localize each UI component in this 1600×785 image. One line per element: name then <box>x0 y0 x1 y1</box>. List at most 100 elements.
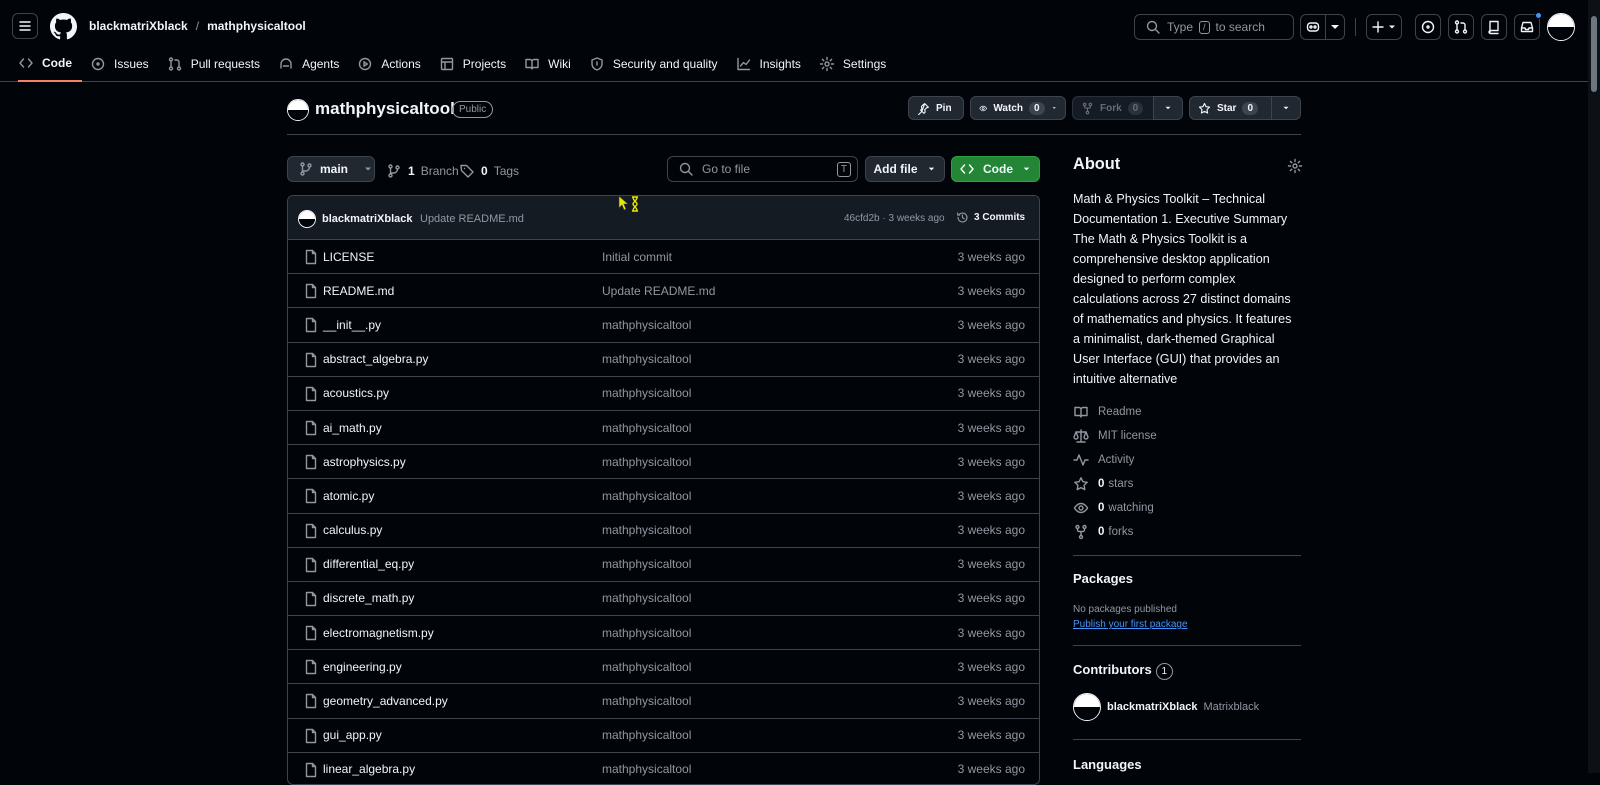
branches-link[interactable]: 1 Branch <box>386 163 459 179</box>
user-avatar[interactable] <box>1547 13 1575 41</box>
file-commit-message[interactable]: mathphysicaltool <box>602 352 691 366</box>
file-row[interactable]: abstract_algebra.py mathphysicaltool 3 wee… <box>288 343 1039 377</box>
search-input[interactable]: Type / to search <box>1134 14 1294 40</box>
add-file-button[interactable]: Add file <box>865 156 945 182</box>
file-commit-message[interactable]: mathphysicaltool <box>602 557 691 571</box>
commit-sha-age[interactable]: 46cfd2b · 3 weeks ago <box>844 213 945 224</box>
file-row[interactable]: differential_eq.py mathphysicaltool 3 week… <box>288 548 1039 582</box>
repo-owner-avatar[interactable] <box>287 99 309 121</box>
file-name[interactable]: ai_math.py <box>323 421 382 435</box>
copilot-button[interactable] <box>1300 14 1326 40</box>
file-commit-message[interactable]: Update README.md <box>602 284 715 298</box>
pull-requests-button[interactable] <box>1448 14 1474 40</box>
file-row[interactable]: discrete_math.py mathphysicaltool 3 weeks … <box>288 582 1039 617</box>
watch-button[interactable]: Watch 0 <box>970 96 1066 120</box>
tab-wiki[interactable]: Wiki <box>524 52 581 76</box>
tab-agents[interactable]: Agents <box>278 52 349 76</box>
breadcrumb-owner[interactable]: blackmatriXblack <box>89 19 188 33</box>
file-row[interactable]: __init__.py mathphysicaltool 3 weeks ago <box>288 308 1039 343</box>
file-name[interactable]: __init__.py <box>323 318 381 332</box>
file-row[interactable]: electromagnetism.py mathphysicaltool 3 wee… <box>288 616 1039 651</box>
gear-icon[interactable] <box>1287 158 1303 174</box>
commit-author-avatar[interactable] <box>298 210 316 228</box>
menu-button[interactable] <box>12 13 38 39</box>
contributor-username[interactable]: blackmatriXblack <box>1107 701 1198 713</box>
tab-settings[interactable]: Settings <box>819 52 896 76</box>
file-commit-message[interactable]: mathphysicaltool <box>602 591 691 605</box>
file-row[interactable]: ai_math.py mathphysicaltool 3 weeks ago <box>288 411 1039 446</box>
publish-package-link[interactable]: Publish your first package <box>1073 619 1188 630</box>
create-new-button[interactable] <box>1366 14 1402 40</box>
watching-link[interactable]: 0 watching <box>1073 500 1154 516</box>
repo-title[interactable]: mathphysicaltool <box>315 99 455 119</box>
file-row[interactable]: geometry_advanced.py mathphysicaltool 3 we… <box>288 684 1039 719</box>
file-name[interactable]: differential_eq.py <box>323 557 414 571</box>
contributor-avatar[interactable] <box>1073 693 1101 721</box>
file-name[interactable]: linear_algebra.py <box>323 762 415 776</box>
page-scrollbar[interactable] <box>1588 0 1600 773</box>
breadcrumb-repo[interactable]: mathphysicaltool <box>207 19 306 33</box>
file-row[interactable]: LICENSE Initial commit 3 weeks ago <box>288 240 1039 275</box>
file-name[interactable]: acoustics.py <box>323 386 389 400</box>
file-row[interactable]: engineering.py mathphysicaltool 3 weeks ag… <box>288 650 1039 685</box>
tab-security[interactable]: Security and quality <box>589 52 728 76</box>
file-row[interactable]: README.md Update README.md 3 weeks ago <box>288 274 1039 309</box>
fork-dropdown-button[interactable] <box>1153 96 1183 120</box>
file-name[interactable]: electromagnetism.py <box>323 626 434 640</box>
file-commit-message[interactable]: mathphysicaltool <box>602 318 691 332</box>
tab-insights[interactable]: Insights <box>736 52 811 76</box>
go-to-file-input[interactable]: Go to file T <box>667 156 858 182</box>
commit-author[interactable]: blackmatriXblack <box>322 213 413 225</box>
copilot-dropdown-button[interactable] <box>1325 14 1345 40</box>
file-commit-message[interactable]: mathphysicaltool <box>602 626 691 640</box>
stars-link[interactable]: 0 stars <box>1073 476 1133 492</box>
tags-link[interactable]: 0 Tags <box>459 163 519 179</box>
file-commit-message[interactable]: mathphysicaltool <box>602 523 691 537</box>
tab-pull-requests[interactable]: Pull requests <box>167 52 270 76</box>
file-row[interactable]: linear_algebra.py mathphysicaltool 3 weeks… <box>288 753 1039 784</box>
file-name[interactable]: discrete_math.py <box>323 591 414 605</box>
file-row[interactable]: acoustics.py mathphysicaltool 3 weeks ago <box>288 377 1039 411</box>
file-row[interactable]: astrophysics.py mathphysicaltool 3 weeks a… <box>288 445 1039 480</box>
file-name[interactable]: engineering.py <box>323 660 402 674</box>
file-name[interactable]: abstract_algebra.py <box>323 352 428 366</box>
tab-projects[interactable]: Projects <box>439 52 516 76</box>
file-row[interactable]: gui_app.py mathphysicaltool 3 weeks ago <box>288 719 1039 753</box>
file-name[interactable]: geometry_advanced.py <box>323 694 448 708</box>
commit-message[interactable]: Update README.md <box>420 213 524 225</box>
star-button[interactable]: Star 0 <box>1189 96 1273 120</box>
packages-heading[interactable]: Packages <box>1073 571 1133 586</box>
github-logo-icon[interactable] <box>50 13 77 40</box>
file-commit-message[interactable]: Initial commit <box>602 250 672 264</box>
file-name[interactable]: gui_app.py <box>323 728 382 742</box>
code-button[interactable]: Code <box>951 156 1040 182</box>
license-link[interactable]: MIT license <box>1073 428 1157 444</box>
tab-code[interactable]: Code <box>18 52 82 82</box>
file-commit-message[interactable]: mathphysicaltool <box>602 728 691 742</box>
pin-button[interactable]: Pin <box>908 96 964 120</box>
file-name[interactable]: astrophysics.py <box>323 455 406 469</box>
forks-link[interactable]: 0 forks <box>1073 524 1133 540</box>
file-name[interactable]: README.md <box>323 284 394 298</box>
file-row[interactable]: calculus.py mathphysicaltool 3 weeks ago <box>288 514 1039 548</box>
file-commit-message[interactable]: mathphysicaltool <box>602 421 691 435</box>
scrollbar-thumb[interactable] <box>1591 16 1597 92</box>
issues-button[interactable] <box>1415 14 1441 40</box>
commits-link[interactable]: 3 Commits <box>956 211 1025 224</box>
file-name[interactable]: atomic.py <box>323 489 374 503</box>
file-name[interactable]: LICENSE <box>323 250 374 264</box>
tab-actions[interactable]: Actions <box>357 52 430 76</box>
file-commit-message[interactable]: mathphysicaltool <box>602 660 691 674</box>
repositories-button[interactable] <box>1481 14 1507 40</box>
branch-selector[interactable]: main <box>287 156 375 182</box>
file-name[interactable]: calculus.py <box>323 523 382 537</box>
file-commit-message[interactable]: mathphysicaltool <box>602 489 691 503</box>
readme-link[interactable]: Readme <box>1073 404 1141 420</box>
file-commit-message[interactable]: mathphysicaltool <box>602 762 691 776</box>
file-commit-message[interactable]: mathphysicaltool <box>602 386 691 400</box>
tab-issues[interactable]: Issues <box>90 52 159 76</box>
file-commit-message[interactable]: mathphysicaltool <box>602 455 691 469</box>
star-dropdown-button[interactable] <box>1271 96 1301 120</box>
contributor-item[interactable]: blackmatriXblack Matrixblack <box>1073 693 1259 721</box>
activity-link[interactable]: Activity <box>1073 452 1134 468</box>
